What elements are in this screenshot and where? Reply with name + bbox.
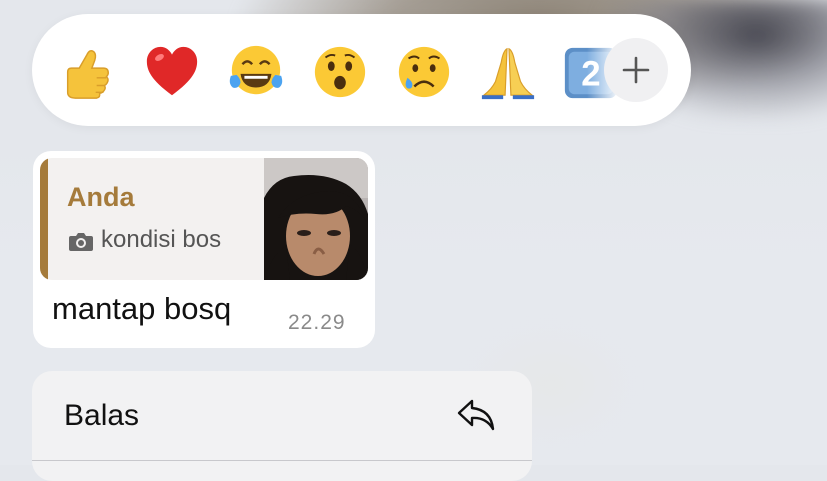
menu-item-reply-label: Balas [64,399,140,432]
message-text: mantap bosq [52,291,232,326]
camera-icon [69,233,93,251]
quoted-message[interactable]: Anda kondisi bos [40,158,368,280]
quote-sender: Anda [67,182,135,212]
face-with-tears-of-joy-icon [229,45,283,95]
crying-face-icon [398,46,450,98]
menu-divider [32,460,532,461]
message-bubble[interactable]: Anda kondisi bos mantap bosq 22.29 [33,151,375,348]
thumbs-up-icon [66,50,109,99]
tears-of-joy-emoji-button[interactable] [226,42,286,102]
reaction-bar: 2 [32,14,691,126]
red-heart-emoji-button[interactable] [142,42,202,102]
quoted-photo-thumbnail [264,158,368,280]
crying-emoji-button[interactable] [394,42,454,102]
surprised-emoji-button[interactable] [310,42,370,102]
folded-hands-icon [481,47,535,100]
red-heart-icon [146,46,198,96]
plus-icon [622,56,650,84]
folded-hands-emoji-button[interactable] [478,42,538,102]
face-with-open-mouth-icon [314,46,366,98]
more-reactions-button[interactable] [604,38,668,102]
reply-arrow-icon [457,399,495,431]
message-timestamp: 22.29 [288,311,346,334]
thumbs-up-emoji-button[interactable] [57,42,117,102]
quote-caption: kondisi bos [101,226,222,253]
quote-accent-bar [40,158,48,280]
